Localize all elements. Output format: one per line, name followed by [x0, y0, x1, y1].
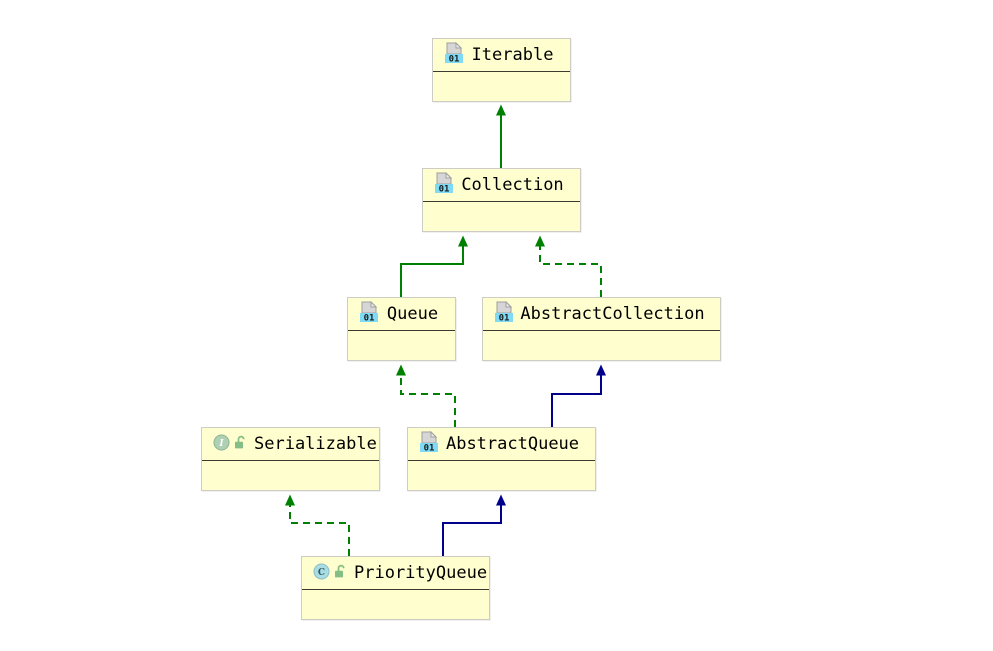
uml-node-queue[interactable]: 01 Queue — [347, 297, 456, 361]
edge-priority-queue-to-abstract-queue — [442, 494, 506, 556]
uml-node-priority-queue[interactable]: C PriorityQueue — [301, 556, 490, 620]
edge-priority-queue-to-serializable — [285, 494, 350, 556]
node-header: I Serializable — [202, 428, 379, 461]
uml-node-abstract-collection[interactable]: 01 AbstractCollection — [482, 297, 721, 361]
edge-queue-to-collection — [400, 235, 468, 297]
edge-abstract-queue-to-queue — [396, 364, 456, 427]
node-title: Queue — [386, 304, 439, 324]
node-header: 01 Collection — [423, 169, 580, 202]
node-title: PriorityQueue — [354, 563, 488, 583]
svg-text:01: 01 — [439, 185, 450, 195]
node-attributes-compartment — [433, 72, 570, 102]
node-title: Iterable — [471, 45, 554, 65]
node-header: C PriorityQueue — [302, 557, 489, 590]
svg-text:01: 01 — [424, 444, 435, 454]
open-lock-icon — [334, 564, 347, 583]
svg-text:01: 01 — [364, 314, 375, 324]
uml-class-diagram: 01 Iterable 01 Collection 01 Queue 01 Ab… — [0, 0, 993, 651]
node-attributes-compartment — [202, 461, 379, 491]
java-interface-01-icon: 01 — [434, 171, 454, 198]
node-title: AbstractQueue — [445, 434, 580, 454]
node-header: 01 Queue — [348, 298, 455, 331]
uml-node-collection[interactable]: 01 Collection — [422, 168, 581, 232]
uml-node-iterable[interactable]: 01 Iterable — [432, 38, 571, 102]
node-header: 01 AbstractCollection — [483, 298, 720, 331]
svg-text:I: I — [218, 439, 224, 449]
edge-abstract-queue-to-abstract-collection — [551, 364, 606, 427]
java-interface-01-icon: 01 — [359, 300, 379, 327]
node-title: AbstractCollection — [520, 304, 705, 324]
svg-text:01: 01 — [449, 55, 460, 65]
svg-text:01: 01 — [499, 314, 510, 324]
java-interface-01-icon: 01 — [444, 41, 464, 68]
open-lock-icon — [234, 435, 247, 454]
interface-circle-icon: I — [213, 434, 230, 455]
node-attributes-compartment — [302, 590, 489, 620]
java-interface-01-icon: 01 — [419, 430, 439, 457]
node-title: Serializable — [254, 434, 377, 454]
node-attributes-compartment — [408, 461, 595, 491]
node-header: 01 AbstractQueue — [408, 428, 595, 461]
java-interface-01-icon: 01 — [494, 300, 514, 327]
node-attributes-compartment — [423, 202, 580, 232]
class-circle-icon: C — [313, 563, 330, 584]
uml-node-serializable[interactable]: I Serializable — [201, 427, 380, 491]
uml-node-abstract-queue[interactable]: 01 AbstractQueue — [407, 427, 596, 491]
node-attributes-compartment — [348, 331, 455, 361]
node-attributes-compartment — [483, 331, 720, 361]
node-title: Collection — [461, 175, 564, 195]
node-header: 01 Iterable — [433, 39, 570, 72]
svg-text:C: C — [318, 568, 325, 578]
edge-abstract-collection-to-collection — [535, 235, 602, 297]
